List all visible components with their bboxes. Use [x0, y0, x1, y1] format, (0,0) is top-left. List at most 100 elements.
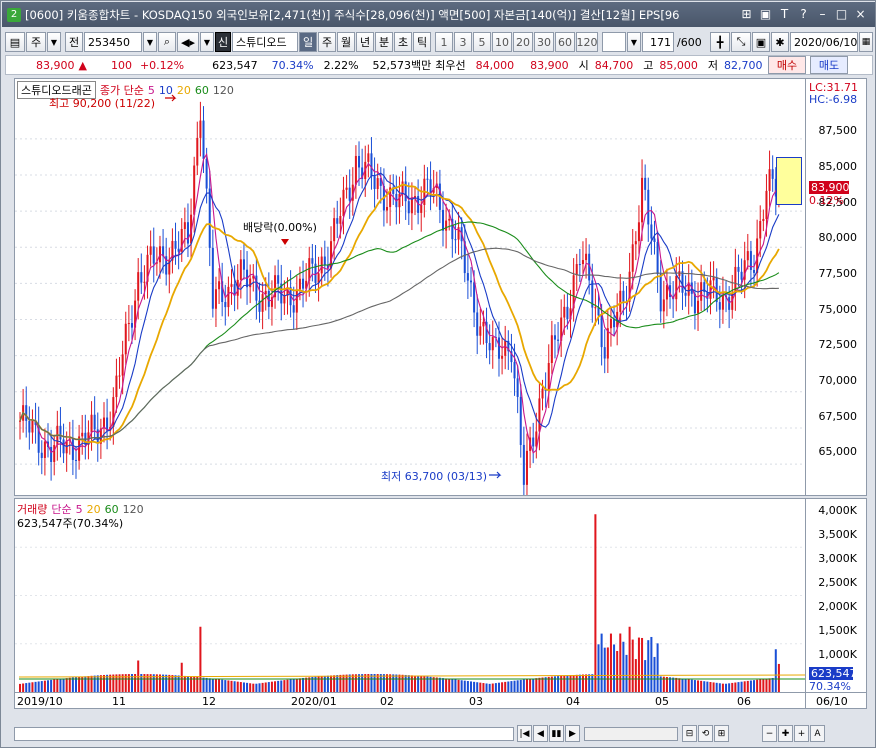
tab-day[interactable]: 일 — [299, 32, 317, 52]
volume-bar — [367, 674, 370, 692]
interval-1[interactable]: 1 — [435, 32, 453, 52]
prev-page-icon[interactable]: ◀ — [533, 725, 548, 742]
volume-bar — [718, 683, 721, 692]
volume-bar — [746, 680, 749, 692]
save-icon[interactable]: ▣ — [752, 32, 770, 52]
date-input[interactable]: 2020/06/10 — [790, 32, 858, 52]
volume-chart[interactable] — [15, 499, 866, 708]
increase-icon[interactable]: + — [794, 725, 809, 742]
scroll-track[interactable] — [14, 727, 514, 741]
x-tick: 04 — [566, 695, 580, 708]
count-input[interactable]: 171 — [642, 32, 674, 52]
interval-120[interactable]: 120 — [576, 32, 598, 52]
next-page-icon[interactable]: ▶ — [565, 725, 580, 742]
zoom-slider[interactable] — [584, 727, 678, 741]
volume-bar — [581, 674, 584, 692]
chart-type-icon[interactable]: ▤ — [5, 32, 25, 52]
interval-60[interactable]: 60 — [555, 32, 575, 52]
volume-bar — [65, 678, 68, 692]
crosshair-icon[interactable]: ╋ — [710, 32, 730, 52]
volume-bar — [535, 678, 538, 692]
order-box[interactable] — [776, 157, 802, 205]
pause-icon[interactable]: ▮▮ — [549, 725, 564, 742]
window-mode-icon[interactable]: ▣ — [757, 6, 774, 22]
volume-bar — [208, 678, 211, 692]
current-date-label: 06/10 — [805, 692, 866, 708]
volume-bar — [516, 680, 519, 692]
volume-bar — [389, 674, 392, 692]
y-tick: 1,500K — [818, 624, 857, 637]
candle-body — [345, 187, 348, 190]
interval-3[interactable]: 3 — [454, 32, 472, 52]
search-icon[interactable]: ⌕ — [158, 32, 176, 52]
candle-body — [619, 290, 622, 312]
x-tick: 02 — [380, 695, 394, 708]
zoom-in-icon[interactable]: ⊞ — [714, 725, 729, 742]
volume-bar — [445, 678, 448, 692]
stock-code-input[interactable]: 253450 — [84, 32, 142, 52]
candle-body — [634, 241, 637, 245]
tab-minute[interactable]: 분 — [375, 32, 393, 52]
layout-icon[interactable]: ⊞ — [738, 6, 755, 22]
tab-tick[interactable]: 틱 — [413, 32, 431, 52]
speaker-icon[interactable]: ◀▸ — [177, 32, 199, 52]
candle-body — [613, 319, 616, 328]
prev-button[interactable]: 전 — [65, 32, 83, 52]
tab-week[interactable]: 주 — [318, 32, 336, 52]
volume-bar — [420, 676, 423, 692]
window-controls: ⊞ ▣ T ? – □ × — [738, 6, 869, 22]
chevron-down-icon[interactable]: ▼ — [200, 32, 214, 52]
chevron-down-icon[interactable]: ▼ — [143, 32, 157, 52]
interval-input[interactable] — [602, 32, 626, 52]
volume-bar — [34, 681, 37, 692]
help-icon[interactable]: ? — [795, 6, 812, 22]
volume-bar — [227, 680, 230, 692]
period-select[interactable]: 주 — [26, 32, 46, 52]
minimize-button[interactable]: – — [814, 6, 831, 22]
volume-bar — [25, 683, 28, 692]
candle-body — [429, 179, 432, 193]
volume-bar — [90, 675, 93, 692]
tab-second[interactable]: 초 — [394, 32, 412, 52]
tab-month[interactable]: 월 — [337, 32, 355, 52]
volume-bar — [622, 641, 625, 692]
reset-icon[interactable]: ⟲ — [698, 725, 713, 742]
volume-bar — [700, 680, 703, 692]
candle-body — [370, 153, 373, 177]
legend-ma120: 120 — [212, 83, 234, 97]
zoom-out-icon[interactable]: ⊟ — [682, 725, 697, 742]
gear-icon[interactable]: ✱ — [771, 32, 789, 52]
close-button[interactable]: × — [852, 6, 869, 22]
candle-body — [488, 343, 491, 351]
chevron-down-icon[interactable]: ▼ — [47, 32, 61, 52]
interval-5[interactable]: 5 — [473, 32, 491, 52]
candle-body — [644, 177, 647, 190]
sell-button[interactable]: 매도 — [810, 56, 848, 74]
volume-chart-panel[interactable]: 거래량 단순 5 20 60 120 623,547주(70.34%) 4,00… — [14, 498, 867, 709]
volume-bar — [330, 675, 333, 692]
new-badge[interactable]: 신 — [215, 32, 231, 52]
volume-bar — [37, 681, 40, 692]
x-tick: 12 — [202, 695, 216, 708]
volume-bar — [183, 675, 186, 692]
interval-30[interactable]: 30 — [534, 32, 554, 52]
chevron-down-icon[interactable]: ▼ — [627, 32, 641, 52]
text-size-icon[interactable]: A — [810, 725, 825, 742]
volume-bar — [50, 679, 53, 692]
text-icon[interactable]: T — [776, 6, 793, 22]
calendar-icon[interactable]: ▦ — [859, 32, 873, 52]
price-chart[interactable] — [15, 79, 866, 495]
decrease-icon[interactable]: − — [762, 725, 777, 742]
price-chart-panel[interactable]: 스튜디오드래곤 종가 단순 5 10 20 60 120 최고 90,200 (… — [14, 78, 867, 496]
candle-body — [81, 432, 84, 437]
interval-20[interactable]: 20 — [513, 32, 533, 52]
maximize-button[interactable]: □ — [833, 6, 850, 22]
tab-year[interactable]: 년 — [356, 32, 374, 52]
first-page-icon[interactable]: |◀ — [517, 725, 532, 742]
volume-bar — [594, 514, 597, 692]
zoom-icon[interactable]: ⤡ — [731, 32, 751, 52]
crosshair-mode-icon[interactable]: ✚ — [778, 725, 793, 742]
interval-10[interactable]: 10 — [492, 32, 512, 52]
candle-body — [532, 437, 535, 447]
buy-button[interactable]: 매수 — [768, 56, 806, 74]
